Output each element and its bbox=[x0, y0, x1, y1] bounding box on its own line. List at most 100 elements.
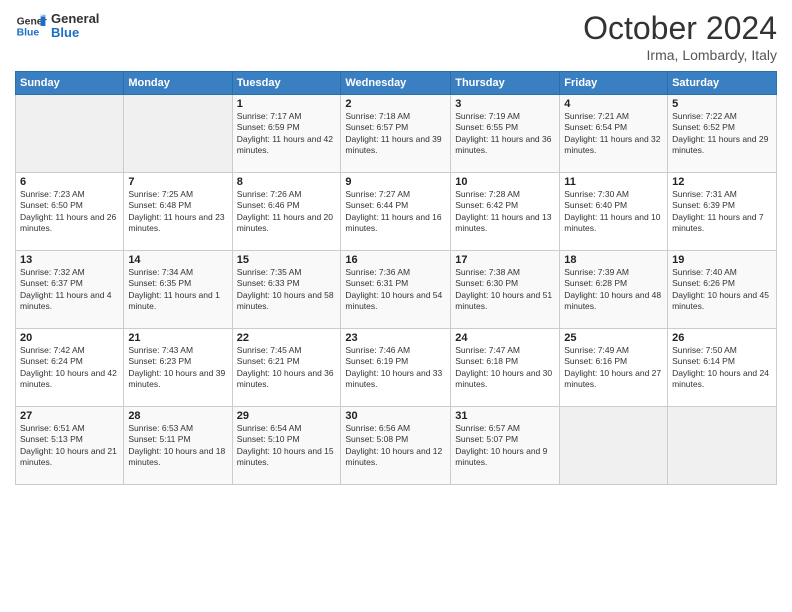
calendar-cell: 31Sunrise: 6:57 AM Sunset: 5:07 PM Dayli… bbox=[451, 407, 560, 485]
day-info: Sunrise: 6:54 AM Sunset: 5:10 PM Dayligh… bbox=[237, 423, 337, 469]
day-number: 12 bbox=[672, 176, 772, 188]
day-number: 6 bbox=[20, 176, 119, 188]
day-number: 2 bbox=[345, 98, 446, 110]
logo: General Blue General Blue bbox=[15, 10, 99, 42]
day-number: 18 bbox=[564, 254, 663, 266]
day-info: Sunrise: 7:17 AM Sunset: 6:59 PM Dayligh… bbox=[237, 111, 337, 157]
day-number: 23 bbox=[345, 332, 446, 344]
calendar-cell: 30Sunrise: 6:56 AM Sunset: 5:08 PM Dayli… bbox=[341, 407, 451, 485]
calendar-week-row: 27Sunrise: 6:51 AM Sunset: 5:13 PM Dayli… bbox=[16, 407, 777, 485]
day-number: 13 bbox=[20, 254, 119, 266]
weekday-header-saturday: Saturday bbox=[668, 72, 777, 95]
day-info: Sunrise: 7:21 AM Sunset: 6:54 PM Dayligh… bbox=[564, 111, 663, 157]
day-info: Sunrise: 7:18 AM Sunset: 6:57 PM Dayligh… bbox=[345, 111, 446, 157]
day-info: Sunrise: 7:43 AM Sunset: 6:23 PM Dayligh… bbox=[128, 345, 227, 391]
day-number: 5 bbox=[672, 98, 772, 110]
day-info: Sunrise: 6:53 AM Sunset: 5:11 PM Dayligh… bbox=[128, 423, 227, 469]
day-info: Sunrise: 7:31 AM Sunset: 6:39 PM Dayligh… bbox=[672, 189, 772, 235]
day-number: 19 bbox=[672, 254, 772, 266]
day-number: 3 bbox=[455, 98, 555, 110]
calendar-cell: 19Sunrise: 7:40 AM Sunset: 6:26 PM Dayli… bbox=[668, 251, 777, 329]
day-number: 31 bbox=[455, 410, 555, 422]
day-info: Sunrise: 7:38 AM Sunset: 6:30 PM Dayligh… bbox=[455, 267, 555, 313]
weekday-header-sunday: Sunday bbox=[16, 72, 124, 95]
day-number: 4 bbox=[564, 98, 663, 110]
day-info: Sunrise: 7:23 AM Sunset: 6:50 PM Dayligh… bbox=[20, 189, 119, 235]
calendar-cell: 24Sunrise: 7:47 AM Sunset: 6:18 PM Dayli… bbox=[451, 329, 560, 407]
calendar-cell: 16Sunrise: 7:36 AM Sunset: 6:31 PM Dayli… bbox=[341, 251, 451, 329]
day-number: 14 bbox=[128, 254, 227, 266]
calendar-week-row: 20Sunrise: 7:42 AM Sunset: 6:24 PM Dayli… bbox=[16, 329, 777, 407]
calendar-cell: 15Sunrise: 7:35 AM Sunset: 6:33 PM Dayli… bbox=[232, 251, 341, 329]
header: General Blue General Blue October 2024 I… bbox=[15, 10, 777, 63]
day-info: Sunrise: 7:27 AM Sunset: 6:44 PM Dayligh… bbox=[345, 189, 446, 235]
title-block: October 2024 Irma, Lombardy, Italy bbox=[583, 10, 777, 63]
day-number: 25 bbox=[564, 332, 663, 344]
day-number: 10 bbox=[455, 176, 555, 188]
calendar-cell: 29Sunrise: 6:54 AM Sunset: 5:10 PM Dayli… bbox=[232, 407, 341, 485]
calendar-week-row: 6Sunrise: 7:23 AM Sunset: 6:50 PM Daylig… bbox=[16, 173, 777, 251]
day-number: 11 bbox=[564, 176, 663, 188]
day-info: Sunrise: 7:28 AM Sunset: 6:42 PM Dayligh… bbox=[455, 189, 555, 235]
calendar-cell: 11Sunrise: 7:30 AM Sunset: 6:40 PM Dayli… bbox=[560, 173, 668, 251]
day-number: 15 bbox=[237, 254, 337, 266]
calendar-week-row: 1Sunrise: 7:17 AM Sunset: 6:59 PM Daylig… bbox=[16, 95, 777, 173]
day-info: Sunrise: 6:56 AM Sunset: 5:08 PM Dayligh… bbox=[345, 423, 446, 469]
day-number: 20 bbox=[20, 332, 119, 344]
day-number: 16 bbox=[345, 254, 446, 266]
calendar-cell: 2Sunrise: 7:18 AM Sunset: 6:57 PM Daylig… bbox=[341, 95, 451, 173]
day-info: Sunrise: 7:25 AM Sunset: 6:48 PM Dayligh… bbox=[128, 189, 227, 235]
weekday-header-wednesday: Wednesday bbox=[341, 72, 451, 95]
day-info: Sunrise: 7:36 AM Sunset: 6:31 PM Dayligh… bbox=[345, 267, 446, 313]
page: General Blue General Blue October 2024 I… bbox=[0, 0, 792, 612]
weekday-header-thursday: Thursday bbox=[451, 72, 560, 95]
calendar-table: SundayMondayTuesdayWednesdayThursdayFrid… bbox=[15, 71, 777, 485]
calendar-cell: 8Sunrise: 7:26 AM Sunset: 6:46 PM Daylig… bbox=[232, 173, 341, 251]
day-number: 8 bbox=[237, 176, 337, 188]
calendar-week-row: 13Sunrise: 7:32 AM Sunset: 6:37 PM Dayli… bbox=[16, 251, 777, 329]
day-number: 1 bbox=[237, 98, 337, 110]
calendar-cell: 20Sunrise: 7:42 AM Sunset: 6:24 PM Dayli… bbox=[16, 329, 124, 407]
day-info: Sunrise: 7:42 AM Sunset: 6:24 PM Dayligh… bbox=[20, 345, 119, 391]
day-number: 22 bbox=[237, 332, 337, 344]
day-number: 7 bbox=[128, 176, 227, 188]
calendar-cell bbox=[560, 407, 668, 485]
day-number: 29 bbox=[237, 410, 337, 422]
day-info: Sunrise: 7:22 AM Sunset: 6:52 PM Dayligh… bbox=[672, 111, 772, 157]
day-number: 21 bbox=[128, 332, 227, 344]
day-info: Sunrise: 6:57 AM Sunset: 5:07 PM Dayligh… bbox=[455, 423, 555, 469]
calendar-cell: 12Sunrise: 7:31 AM Sunset: 6:39 PM Dayli… bbox=[668, 173, 777, 251]
calendar-cell: 4Sunrise: 7:21 AM Sunset: 6:54 PM Daylig… bbox=[560, 95, 668, 173]
day-info: Sunrise: 7:47 AM Sunset: 6:18 PM Dayligh… bbox=[455, 345, 555, 391]
day-info: Sunrise: 7:19 AM Sunset: 6:55 PM Dayligh… bbox=[455, 111, 555, 157]
day-info: Sunrise: 7:45 AM Sunset: 6:21 PM Dayligh… bbox=[237, 345, 337, 391]
day-info: Sunrise: 7:46 AM Sunset: 6:19 PM Dayligh… bbox=[345, 345, 446, 391]
day-info: Sunrise: 7:34 AM Sunset: 6:35 PM Dayligh… bbox=[128, 267, 227, 313]
calendar-cell: 1Sunrise: 7:17 AM Sunset: 6:59 PM Daylig… bbox=[232, 95, 341, 173]
calendar-cell: 14Sunrise: 7:34 AM Sunset: 6:35 PM Dayli… bbox=[124, 251, 232, 329]
calendar-cell: 28Sunrise: 6:53 AM Sunset: 5:11 PM Dayli… bbox=[124, 407, 232, 485]
calendar-cell: 17Sunrise: 7:38 AM Sunset: 6:30 PM Dayli… bbox=[451, 251, 560, 329]
day-info: Sunrise: 7:39 AM Sunset: 6:28 PM Dayligh… bbox=[564, 267, 663, 313]
day-info: Sunrise: 7:30 AM Sunset: 6:40 PM Dayligh… bbox=[564, 189, 663, 235]
weekday-header-monday: Monday bbox=[124, 72, 232, 95]
calendar-cell bbox=[16, 95, 124, 173]
logo-blue: Blue bbox=[51, 26, 99, 40]
calendar-cell: 9Sunrise: 7:27 AM Sunset: 6:44 PM Daylig… bbox=[341, 173, 451, 251]
day-info: Sunrise: 7:50 AM Sunset: 6:14 PM Dayligh… bbox=[672, 345, 772, 391]
weekday-header-tuesday: Tuesday bbox=[232, 72, 341, 95]
calendar-cell: 10Sunrise: 7:28 AM Sunset: 6:42 PM Dayli… bbox=[451, 173, 560, 251]
day-info: Sunrise: 7:49 AM Sunset: 6:16 PM Dayligh… bbox=[564, 345, 663, 391]
weekday-header-row: SundayMondayTuesdayWednesdayThursdayFrid… bbox=[16, 72, 777, 95]
calendar-cell bbox=[124, 95, 232, 173]
day-number: 30 bbox=[345, 410, 446, 422]
day-info: Sunrise: 7:40 AM Sunset: 6:26 PM Dayligh… bbox=[672, 267, 772, 313]
day-number: 24 bbox=[455, 332, 555, 344]
calendar-cell: 5Sunrise: 7:22 AM Sunset: 6:52 PM Daylig… bbox=[668, 95, 777, 173]
day-number: 9 bbox=[345, 176, 446, 188]
day-number: 17 bbox=[455, 254, 555, 266]
calendar-cell: 25Sunrise: 7:49 AM Sunset: 6:16 PM Dayli… bbox=[560, 329, 668, 407]
weekday-header-friday: Friday bbox=[560, 72, 668, 95]
day-number: 28 bbox=[128, 410, 227, 422]
calendar-body: 1Sunrise: 7:17 AM Sunset: 6:59 PM Daylig… bbox=[16, 95, 777, 485]
